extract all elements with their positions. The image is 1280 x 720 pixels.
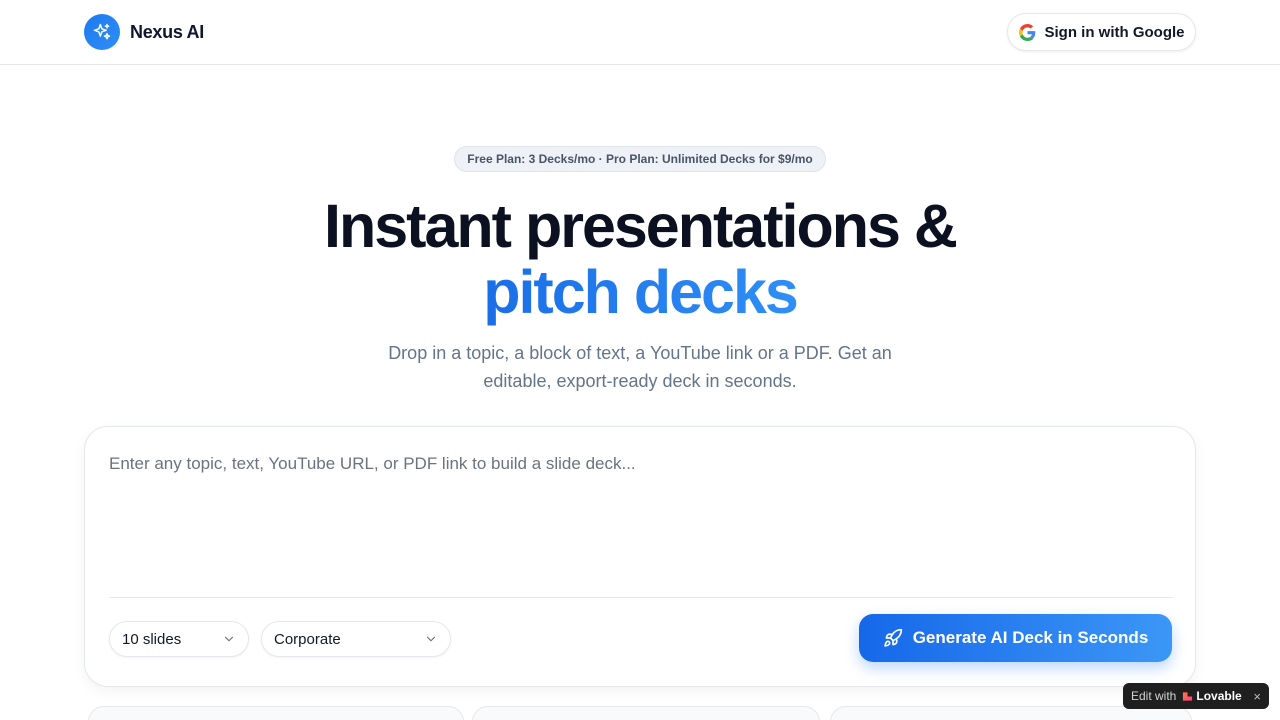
slide-count-select[interactable]: 10 slides bbox=[109, 621, 249, 657]
style-select[interactable]: Corporate bbox=[261, 621, 451, 657]
feature-card bbox=[88, 706, 464, 720]
sign-in-label: Sign in with Google bbox=[1044, 23, 1185, 41]
top-nav: Nexus AI Sign in with Google bbox=[0, 0, 1280, 65]
rocket-icon bbox=[883, 628, 903, 648]
brand-logo-link[interactable]: Nexus AI bbox=[84, 14, 204, 50]
page: Nexus AI Sign in with Google Free Plan: … bbox=[0, 0, 1280, 720]
slide-count-value: 10 slides bbox=[122, 630, 182, 648]
lovable-brand: Lovable bbox=[1182, 689, 1242, 703]
google-g-icon bbox=[1018, 23, 1036, 41]
style-value: Corporate bbox=[274, 630, 341, 648]
chevron-down-icon bbox=[222, 632, 236, 646]
lovable-brand-name: Lovable bbox=[1196, 689, 1242, 703]
hero-subtitle: Drop in a topic, a block of text, a YouT… bbox=[388, 343, 892, 391]
generate-label: Generate AI Deck in Seconds bbox=[912, 628, 1149, 647]
composer-card: 10 slides Corporate Generate AI Deck in … bbox=[84, 426, 1196, 687]
chevron-down-icon bbox=[424, 632, 438, 646]
sparkles-icon bbox=[84, 14, 120, 50]
prompt-input[interactable] bbox=[109, 451, 1169, 591]
hero-title-line2: pitch decks bbox=[0, 260, 1280, 324]
lovable-badge[interactable]: Edit with Lovable × bbox=[1123, 683, 1269, 709]
hero-title-highlight: pitch decks bbox=[483, 258, 799, 326]
lovable-edit-text: Edit with bbox=[1131, 689, 1177, 703]
feature-card bbox=[472, 706, 820, 720]
sign-in-google-button[interactable]: Sign in with Google bbox=[1007, 13, 1196, 51]
heart-icon bbox=[1182, 691, 1193, 702]
generate-deck-button[interactable]: Generate AI Deck in Seconds bbox=[859, 614, 1172, 662]
close-icon[interactable]: × bbox=[1253, 689, 1261, 704]
hero-title-line1: Instant presentations & bbox=[324, 192, 958, 260]
pricing-badge: Free Plan: 3 Decks/mo · Pro Plan: Unlimi… bbox=[454, 146, 826, 172]
composer-divider bbox=[109, 597, 1173, 598]
brand-name: Nexus AI bbox=[130, 21, 204, 42]
